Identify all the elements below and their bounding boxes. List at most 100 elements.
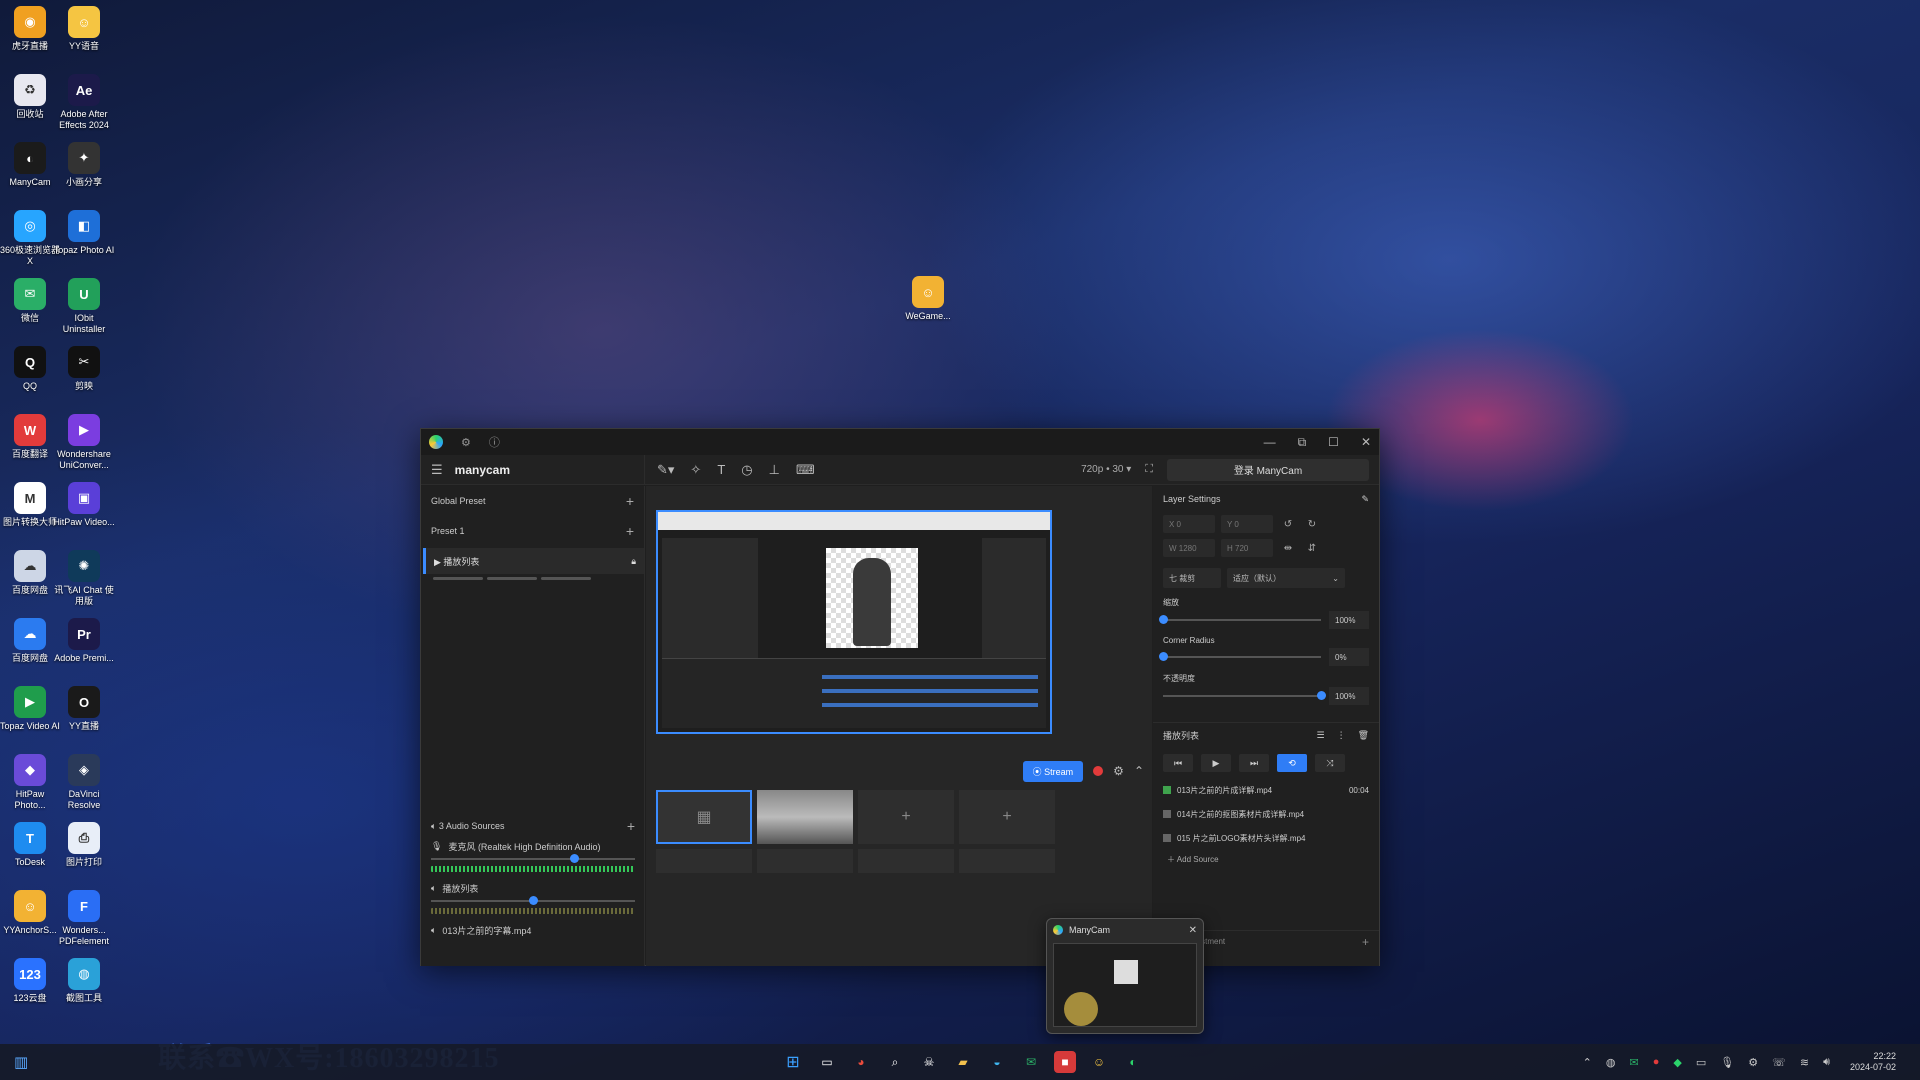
- info-icon[interactable]: ⓘ: [489, 434, 500, 450]
- desktop-icon-ae[interactable]: Ae Adobe After Effects 2024: [53, 74, 115, 131]
- task-view-icon[interactable]: ▭: [816, 1051, 838, 1073]
- desktop-icon-ai-chat[interactable]: ✺ 讯飞AI Chat 使用版: [53, 550, 115, 607]
- x-position-input[interactable]: X 0: [1163, 515, 1215, 533]
- edge-icon[interactable]: ◒: [986, 1051, 1008, 1073]
- maximize-button[interactable]: ☐: [1328, 435, 1339, 450]
- chevron-up-icon[interactable]: ⌃: [1583, 1056, 1592, 1069]
- play-button[interactable]: ▶: [1201, 754, 1231, 772]
- source-thumb-2[interactable]: [757, 790, 853, 844]
- draw-tool-icon[interactable]: ✎▾: [657, 462, 674, 478]
- audio-source-mic[interactable]: 🎙︎ 麦克风 (Realtek High Definition Audio): [421, 836, 645, 856]
- next-button[interactable]: ⏭: [1239, 754, 1269, 772]
- mic-volume-slider[interactable]: [431, 854, 635, 863]
- tray-wechat-icon[interactable]: ✉: [1629, 1056, 1638, 1069]
- desktop-icon-hitpaw[interactable]: ◆ HitPaw Photo...: [0, 754, 61, 811]
- loop-button[interactable]: ⟲: [1277, 754, 1307, 772]
- list-icon[interactable]: ☰: [1316, 730, 1324, 741]
- game-icon[interactable]: ☠: [918, 1051, 940, 1073]
- source-slot-8[interactable]: [959, 849, 1055, 873]
- desktop-icon-yy-live[interactable]: O YY直播: [53, 686, 115, 732]
- keyboard-icon[interactable]: ⌨: [796, 462, 815, 478]
- search-icon[interactable]: ⌕: [884, 1051, 906, 1073]
- add-global-preset-icon[interactable]: +: [626, 493, 634, 509]
- app-red-icon[interactable]: ■: [1054, 1051, 1076, 1073]
- desktop-icon-davinci[interactable]: ◈ DaVinci Resolve: [53, 754, 115, 811]
- minimize-button[interactable]: —: [1264, 435, 1276, 450]
- wechat-taskbar-icon[interactable]: ✉: [1020, 1051, 1042, 1073]
- add-source-slot-3[interactable]: +: [858, 790, 954, 844]
- rotate-left-icon[interactable]: ↺: [1279, 515, 1297, 533]
- tray-monitor-icon[interactable]: ▭: [1696, 1056, 1706, 1069]
- desktop-icon-browser-360[interactable]: ◎ 360极速浏览器X: [0, 210, 61, 267]
- desktop-icon-printer[interactable]: ⎙ 图片打印: [53, 822, 115, 868]
- audio-source-file[interactable]: 🔈︎ 013片之前的字幕.mp4: [421, 920, 645, 940]
- add-audio-source-icon[interactable]: +: [627, 818, 635, 834]
- desktop-icon-cloud[interactable]: ☁ 百度网盘: [0, 550, 61, 596]
- desktop-icon-capcut-like[interactable]: ✦ 小画分享: [53, 142, 115, 188]
- desktop-icon-baidu-netdisk[interactable]: ☁ 百度网盘: [0, 618, 61, 664]
- wifi-icon[interactable]: ≋: [1800, 1056, 1809, 1069]
- global-preset-row[interactable]: Global Preset +: [421, 486, 644, 516]
- fit-mode-select[interactable]: 适应（默认） ⌄: [1227, 568, 1345, 588]
- source-thumb-1[interactable]: ▦: [656, 790, 752, 844]
- tray-settings-icon[interactable]: ⚙: [1748, 1056, 1758, 1069]
- desktop-icon-jianying[interactable]: ✂ 剪映: [53, 346, 115, 392]
- desktop-icon-cloud-123[interactable]: 123 123云盘: [0, 958, 61, 1004]
- desktop-icon-huya[interactable]: ◉ 虎牙直播: [0, 6, 61, 52]
- corner-radius-value[interactable]: 0%: [1329, 648, 1369, 666]
- zoom-slider[interactable]: [1159, 615, 1321, 624]
- tray-app-icon[interactable]: ◍: [1606, 1056, 1616, 1069]
- source-slot-6[interactable]: [757, 849, 853, 873]
- y-position-input[interactable]: Y 0: [1221, 515, 1273, 533]
- desktop-icon-yy[interactable]: ☺ YY语音: [53, 6, 115, 52]
- corner-radius-slider[interactable]: [1159, 652, 1321, 661]
- desktop-icon-todesk[interactable]: T ToDesk: [0, 822, 61, 868]
- desktop-icon-qq[interactable]: Q QQ: [0, 346, 61, 392]
- rotate-right-icon[interactable]: ↻: [1303, 515, 1321, 533]
- settings-icon[interactable]: ⚙: [461, 436, 471, 449]
- tray-chat-icon[interactable]: ☏: [1772, 1056, 1786, 1069]
- add-preset-icon[interactable]: +: [626, 523, 634, 539]
- add-source-slot-4[interactable]: +: [959, 790, 1055, 844]
- record-button[interactable]: [1093, 766, 1104, 776]
- close-preview-icon[interactable]: ✕: [1189, 925, 1197, 936]
- text-tool-icon[interactable]: T: [717, 462, 725, 477]
- preview-thumbnail[interactable]: [1053, 943, 1197, 1027]
- flip-horizontal-icon[interactable]: ⇹: [1279, 539, 1297, 557]
- audio-source-playlist[interactable]: 🔈︎ 播放列表: [421, 878, 645, 898]
- tray-mic-icon[interactable]: 🎙︎: [1720, 1056, 1734, 1069]
- desktop-icon-wegame[interactable]: ☺ WeGame...: [897, 276, 959, 322]
- opacity-slider[interactable]: [1163, 691, 1326, 700]
- desktop-icon-screenshot[interactable]: ◍ 截图工具: [53, 958, 115, 1004]
- add-source-button[interactable]: ＋ Add Source: [1153, 850, 1379, 869]
- source-slot-7[interactable]: [858, 849, 954, 873]
- flip-vertical-icon[interactable]: ⇵: [1303, 539, 1321, 557]
- desktop-icon-wechat[interactable]: ✉ 微信: [0, 278, 61, 324]
- tray-green-icon[interactable]: ◆: [1673, 1056, 1681, 1069]
- playlist-file[interactable]: 013片之前的片成详解.mp4 00:04: [1153, 778, 1379, 802]
- trash-icon[interactable]: 🗑︎: [1358, 730, 1369, 741]
- playlist-file[interactable]: 015 片之前LOGO素材片头详解.mp4: [1153, 826, 1379, 850]
- magic-wand-icon[interactable]: ✧: [690, 462, 701, 478]
- main-preview[interactable]: [656, 510, 1052, 734]
- yy-taskbar-icon[interactable]: ☺: [1088, 1051, 1110, 1073]
- height-input[interactable]: H 720: [1221, 539, 1273, 557]
- desktop-icon-manycam[interactable]: ◐ ManyCam: [0, 142, 61, 188]
- desktop-icon-pr[interactable]: Pr Adobe Premi...: [53, 618, 115, 664]
- more-icon[interactable]: ⋮: [1337, 730, 1346, 741]
- fullscreen-icon[interactable]: ⛶: [1145, 463, 1153, 476]
- desktop-icon-iobit[interactable]: U IObit Uninstaller: [53, 278, 115, 335]
- desktop-icon-topaz[interactable]: ▶ Topaz Video AI: [0, 686, 61, 732]
- playlist-file[interactable]: 014片之前的抠图素材片成详解.mp4: [1153, 802, 1379, 826]
- opacity-value[interactable]: 100%: [1329, 687, 1369, 705]
- start-button-icon[interactable]: ⊞: [782, 1051, 804, 1073]
- desktop-icon-topaz-photo[interactable]: ◧ Topaz Photo AI: [53, 210, 115, 256]
- manycam-taskbar-icon[interactable]: ◐: [1122, 1051, 1144, 1073]
- desktop-icon-pdfelement[interactable]: F Wonders... PDFelement: [53, 890, 115, 947]
- volume-icon[interactable]: 🔊︎: [1823, 1056, 1830, 1069]
- chrome-icon[interactable]: ◕: [850, 1051, 872, 1073]
- desktop-icon-recycle-bin[interactable]: ♻ 回收站: [0, 74, 61, 120]
- width-input[interactable]: W 1280: [1163, 539, 1215, 557]
- close-button[interactable]: ✕: [1361, 435, 1371, 450]
- file-explorer-icon[interactable]: ▰: [952, 1051, 974, 1073]
